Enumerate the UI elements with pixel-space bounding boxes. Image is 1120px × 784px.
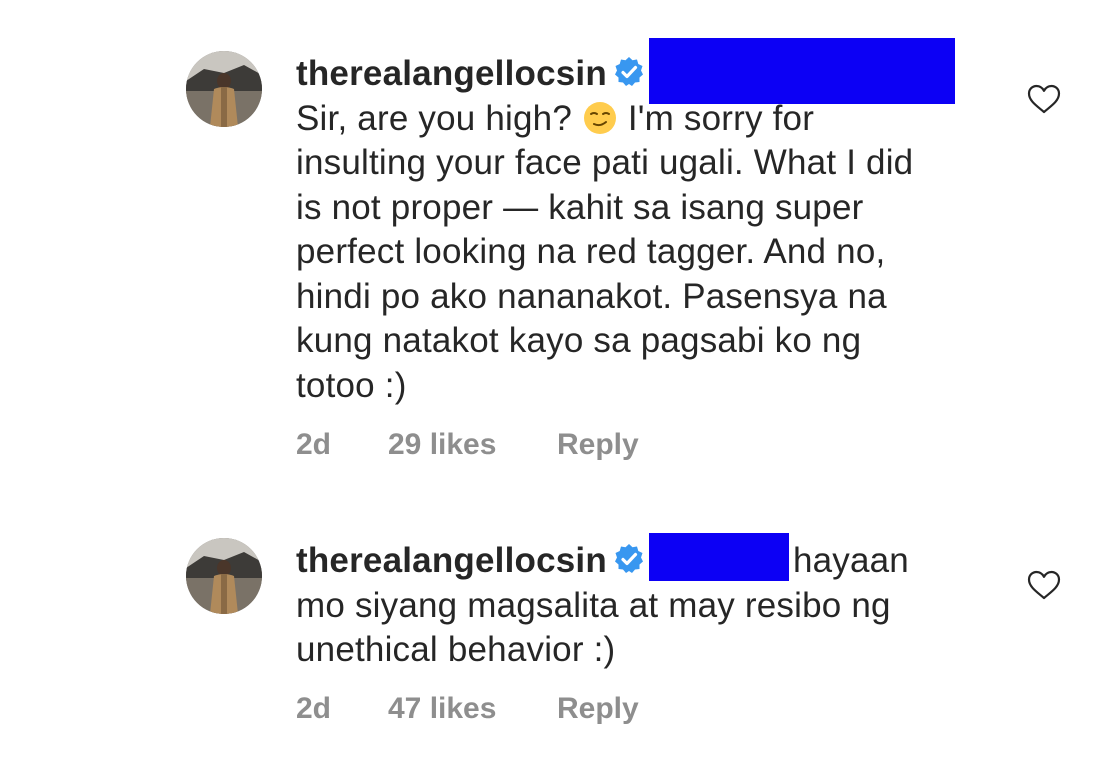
- comment-text: therealangellocsin Sir, are you high? I'…: [296, 38, 986, 408]
- comment-line: kung natakot kayo sa pagsabi ko ng: [296, 321, 862, 360]
- avatar-image: [186, 51, 262, 127]
- comment-text: therealangellocsin hayaan mo siyang mags…: [296, 533, 986, 673]
- like-count[interactable]: 29 likes: [388, 428, 496, 462]
- avatar-image: [186, 538, 262, 614]
- comment-line: Sir, are you high?: [296, 98, 582, 138]
- username[interactable]: therealangellocsin: [296, 54, 607, 93]
- verified-badge-icon: [614, 57, 643, 86]
- comment-time: 2d: [296, 692, 332, 725]
- comment-line: totoo :): [296, 365, 407, 405]
- reply-button[interactable]: Reply: [557, 428, 639, 462]
- reply-button[interactable]: Reply: [557, 692, 639, 726]
- heart-outline-icon[interactable]: [1027, 570, 1061, 600]
- like-count[interactable]: 47 likes: [388, 692, 496, 726]
- verified-badge-icon: [614, 544, 643, 573]
- comment-line: unethical behavior :): [296, 630, 616, 669]
- comment-line: perfect looking na red tagger. And no,: [296, 232, 886, 271]
- heart-outline-icon[interactable]: [1027, 84, 1061, 114]
- redacted-mention: [648, 533, 789, 581]
- comment-line: insulting your face pati ugali. What I d…: [296, 143, 914, 182]
- comment-line: I'm sorry for: [617, 98, 815, 138]
- username[interactable]: therealangellocsin: [296, 541, 607, 580]
- redacted-mention: [648, 38, 955, 104]
- avatar[interactable]: [186, 538, 262, 614]
- comment-time: 2d: [296, 428, 332, 461]
- comment-line: mo siyang magsalita at may resibo ng: [296, 585, 891, 625]
- comment-line: hindi po ako nananakot. Pasensya na: [296, 276, 887, 316]
- comment-line: is not proper — kahit sa isang super: [296, 187, 864, 227]
- smirking-face-emoji: [583, 101, 616, 134]
- avatar[interactable]: [186, 51, 262, 127]
- comment-line: hayaan: [792, 541, 909, 580]
